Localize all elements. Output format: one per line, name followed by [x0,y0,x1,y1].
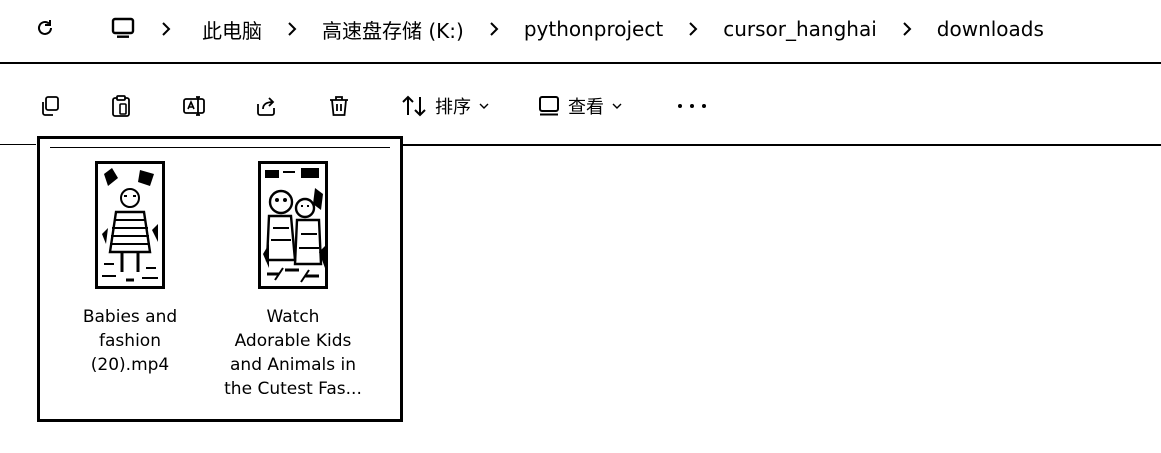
share-button[interactable] [252,92,280,120]
more-icon-dot [702,104,706,108]
paste-icon [112,95,130,117]
file-item[interactable]: Babies and fashion (20).mp4 [50,161,210,377]
file-item[interactable]: Watch Adorable Kids and Animals in the C… [213,161,373,401]
chevron-right-icon [488,21,500,37]
address-bar-divider [0,62,1161,64]
sort-menu-button[interactable]: 排序 [401,92,489,120]
file-name: Babies and fashion (20).mp4 [82,307,178,375]
file-list-top-divider [50,147,390,148]
delete-button[interactable] [325,92,353,120]
sort-icon [402,95,426,117]
chevron-down-icon [612,103,622,109]
file-name: Watch Adorable Kids and Animals in the C… [224,307,362,399]
rename-button[interactable] [181,92,209,120]
chevron-right-icon [901,21,913,37]
command-bar: 排序 查看 [0,78,1161,134]
chevron-right-icon [160,21,172,37]
sort-label: 排序 [435,97,471,118]
command-bar-divider [402,144,1161,146]
file-explorer-window: 此电脑 高速盘存储 (K:) pythonproject cursor_hang… [0,0,1161,453]
copy-button[interactable] [36,92,64,120]
more-icon-dot [690,104,694,108]
share-icon [257,97,275,116]
paste-button[interactable] [107,92,135,120]
view-label: 查看 [568,97,604,118]
chevron-down-icon [479,103,489,109]
file-list-area[interactable]: Babies and fashion (20).mp4 Watch Adorab… [37,136,403,422]
command-bar-divider [0,144,36,145]
refresh-icon [38,20,52,35]
breadcrumb-pythonproject[interactable]: pythonproject [524,17,663,41]
chevron-right-icon [687,21,699,37]
view-menu-button[interactable]: 查看 [538,92,622,120]
rename-icon [183,96,205,116]
video-thumbnail [258,161,328,289]
refresh-button[interactable] [34,17,56,39]
breadcrumb-cursor-hanghai[interactable]: cursor_hanghai [723,17,877,41]
chevron-right-icon [286,21,298,37]
video-thumbnail [95,161,165,289]
more-options-button[interactable] [678,96,706,116]
breadcrumb: 此电脑 高速盘存储 (K:) pythonproject cursor_hang… [160,0,1044,58]
breadcrumb-this-pc[interactable]: 此电脑 [202,15,262,44]
address-bar: 此电脑 高速盘存储 (K:) pythonproject cursor_hang… [0,0,1161,62]
breadcrumb-drive-k[interactable]: 高速盘存储 (K:) [322,15,464,44]
delete-icon [330,96,348,116]
more-icon-dot [678,104,682,108]
view-icon [539,96,559,116]
copy-icon [42,96,59,116]
breadcrumb-downloads[interactable]: downloads [937,17,1044,41]
computer-icon[interactable] [111,16,135,40]
